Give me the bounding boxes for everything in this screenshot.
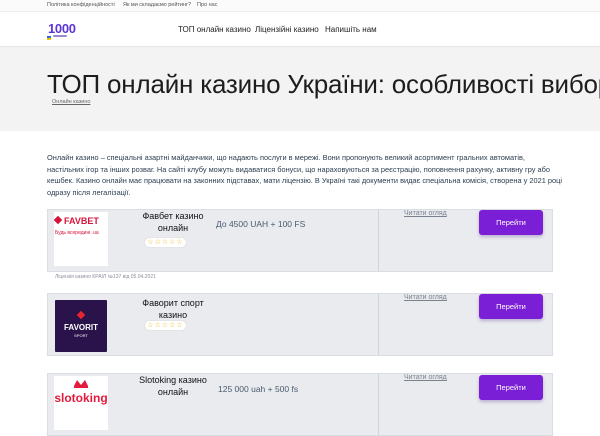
favbet-logo[interactable]: FAVBET Будь всередині .ua bbox=[53, 212, 108, 266]
card-divider bbox=[378, 294, 379, 355]
card-divider bbox=[378, 210, 379, 271]
casino-bonus: 125 000 uah + 500 fs bbox=[218, 384, 299, 394]
read-review-link[interactable]: Читати огляд bbox=[404, 294, 447, 301]
favorit-logo-slogan: SPORT bbox=[74, 333, 88, 338]
logo-text: 1000 bbox=[48, 21, 76, 36]
rating-stars: ☆☆☆☆☆ bbox=[144, 237, 187, 248]
logo-underline bbox=[53, 35, 67, 37]
top-utility-bar: Політика конфіденційності Як ми складаєм… bbox=[0, 0, 600, 12]
read-review-link[interactable]: Читати огляд bbox=[404, 374, 447, 381]
ukraine-flag-yellow bbox=[47, 38, 51, 40]
go-to-casino-button[interactable]: Перейти bbox=[479, 210, 543, 235]
nav-licensed-casinos[interactable]: Ліцензійні казино bbox=[255, 25, 319, 34]
license-info: Ліцензія казино КРАІЛ №137 від 05.04.202… bbox=[55, 274, 156, 280]
casino-name: Фавбет казино онлайн bbox=[142, 211, 204, 233]
read-review-link[interactable]: Читати огляд bbox=[404, 210, 447, 217]
casino-bonus: До 4500 UAH + 100 FS bbox=[216, 219, 306, 229]
site-header: 1000 ТОП онлайн казино Ліцензійні казино… bbox=[0, 12, 600, 47]
casino-name: Slotoking казино онлайн bbox=[139, 375, 207, 397]
casino-card-favbet: FAVBET Будь всередині .ua Фавбет казино … bbox=[47, 209, 553, 272]
intro-paragraph: Онлайн казино – спеціальні азартні майда… bbox=[47, 153, 563, 198]
casino-card-slotoking: slotoking Slotoking казино онлайн 125 00… bbox=[47, 373, 553, 436]
casino-card-favorit: FAVORIT SPORT Фаворит спорт казино ☆☆☆☆☆… bbox=[47, 293, 553, 356]
casino-name: Фаворит спорт казино bbox=[142, 298, 204, 320]
nav-contact[interactable]: Напишіть нам bbox=[325, 25, 377, 34]
nav-top-casinos[interactable]: ТОП онлайн казино bbox=[178, 25, 251, 34]
go-to-casino-button[interactable]: Перейти bbox=[479, 375, 543, 400]
slotoking-logo-text: slotoking bbox=[54, 391, 107, 405]
site-logo[interactable]: 1000 bbox=[47, 21, 87, 41]
favbet-logo-text: FAVBET bbox=[64, 216, 99, 226]
privacy-policy-link[interactable]: Політика конфіденційності bbox=[47, 2, 115, 8]
breadcrumb[interactable]: Онлайн казино bbox=[52, 99, 90, 105]
favorit-logo-text: FAVORIT bbox=[64, 323, 98, 332]
about-link[interactable]: Про нас bbox=[197, 2, 217, 8]
card-divider bbox=[378, 374, 379, 435]
rating-stars: ☆☆☆☆☆ bbox=[144, 320, 187, 331]
rating-method-link[interactable]: Як ми складаємо рейтинг? bbox=[123, 2, 191, 8]
slotoking-logo[interactable]: slotoking bbox=[54, 376, 108, 430]
favbet-slogan: Будь всередині .ua bbox=[55, 230, 99, 236]
favorit-logo[interactable]: FAVORIT SPORT bbox=[55, 300, 107, 352]
page-title: ТОП онлайн казино України: особливості в… bbox=[47, 69, 600, 99]
go-to-casino-button[interactable]: Перейти bbox=[479, 294, 543, 319]
hero-section: ТОП онлайн казино України: особливості в… bbox=[0, 47, 600, 131]
